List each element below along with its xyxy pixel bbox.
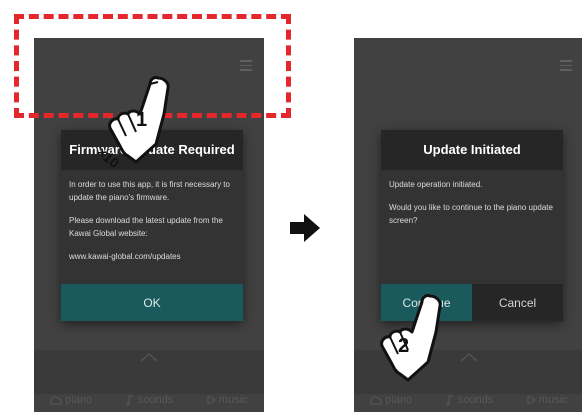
- music-icon: [527, 395, 536, 405]
- menu-icon[interactable]: [560, 60, 572, 74]
- dialog-body: Update operation initiated. Would you li…: [381, 170, 563, 284]
- tab-label: sounds: [457, 394, 494, 406]
- tab-bar: piano sounds music: [34, 388, 264, 412]
- music-icon: [207, 395, 216, 405]
- update-url: www.kawai-global.com/updates: [69, 252, 181, 261]
- sounds-icon: [126, 395, 133, 405]
- ok-button[interactable]: OK: [61, 284, 243, 321]
- tab-label: piano: [65, 394, 93, 406]
- tab-label: music: [218, 394, 248, 406]
- sounds-icon: [446, 395, 453, 405]
- tab-label: piano: [385, 394, 413, 406]
- chevron-up-icon[interactable]: [460, 352, 478, 362]
- tab-label: sounds: [137, 394, 174, 406]
- step-number-1: 1: [136, 109, 147, 131]
- hand-pointer-icon: 2: [380, 294, 442, 382]
- tab-piano[interactable]: piano: [370, 394, 412, 406]
- dialog-message: In order to use this app, it is first ne…: [69, 180, 230, 202]
- tap-count-label: ×10: [96, 143, 123, 171]
- cancel-button[interactable]: Cancel: [472, 284, 563, 321]
- dialog-title: Update Initiated: [423, 142, 521, 157]
- chevron-up-icon[interactable]: [140, 352, 158, 362]
- arrow-right-icon: [290, 214, 320, 242]
- tab-music[interactable]: music: [206, 394, 248, 406]
- tab-label: music: [538, 394, 568, 406]
- dialog-message: Update operation initiated.: [389, 180, 483, 189]
- hand-pointer-icon: 1 ×10: [96, 76, 170, 171]
- dialog-body: In order to use this app, it is first ne…: [61, 170, 243, 284]
- dialog-message: Please download the latest update from t…: [69, 216, 223, 238]
- tab-sounds[interactable]: sounds: [125, 394, 173, 406]
- tab-piano[interactable]: piano: [50, 394, 92, 406]
- tab-sounds[interactable]: sounds: [445, 394, 493, 406]
- dialog-message: Would you like to continue to the piano …: [389, 203, 553, 225]
- piano-icon: [50, 396, 62, 405]
- piano-icon: [370, 396, 382, 405]
- step-number-2: 2: [398, 335, 409, 357]
- tab-music[interactable]: music: [526, 394, 568, 406]
